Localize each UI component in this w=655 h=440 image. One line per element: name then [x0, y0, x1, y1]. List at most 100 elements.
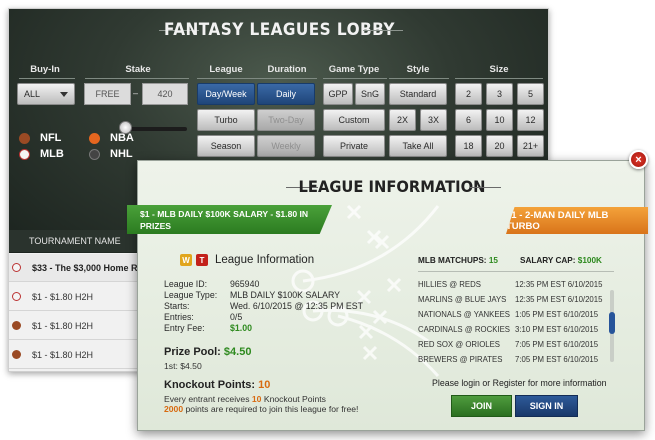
gametype-custom-button[interactable]: Custom	[323, 109, 385, 131]
matchups-label: MLB MATCHUPS:	[418, 256, 487, 265]
buyin-selected-value: ALL	[24, 89, 41, 99]
matchup-time: 3:10 PM EST 6/10/2015	[515, 325, 599, 334]
league-season-button[interactable]: Season	[197, 135, 255, 157]
tournament-name: $33 - The $3,000 Home Run (	[32, 262, 155, 273]
sport-nba-label: NBA	[110, 132, 134, 144]
entry-fee-label: Entry Fee:	[164, 323, 205, 333]
league-daywek-button[interactable]: Day/Week	[197, 83, 255, 105]
sport-nba[interactable]: NBA	[89, 132, 134, 144]
matchup-teams: RED SOX @ ORIOLES	[418, 340, 501, 349]
stake-slider-track[interactable]	[127, 127, 187, 131]
required-points: 2000	[164, 404, 184, 414]
league-type-value: MLB DAILY $100K SALARY	[230, 290, 341, 300]
sport-nhl-label: NHL	[110, 148, 133, 160]
league-rule	[197, 78, 317, 79]
knockout-desc-pre: Every entrant receives	[164, 394, 250, 404]
tournament-name: $1 - $1.80 H2H	[32, 291, 94, 302]
entries-value: 0/5	[230, 312, 243, 322]
login-message: Please login or Register for more inform…	[432, 378, 607, 388]
baseball-icon	[12, 292, 21, 301]
matchup-time: 7:05 PM EST 6/10/2015	[515, 340, 599, 349]
stake-min-field[interactable]: FREE	[84, 83, 131, 105]
sign-in-button[interactable]: SIGN IN	[515, 395, 578, 417]
football-icon	[12, 321, 21, 330]
matchup-row: HILLIES @ REDS 12:35 PM EST 6/10/2015	[418, 280, 614, 293]
style-header: Style	[406, 64, 430, 75]
gametype-header: Game Type	[328, 64, 380, 75]
duration-weekly-button[interactable]: Weekly	[257, 135, 315, 157]
gametype-gpp-button[interactable]: GPP	[323, 83, 353, 105]
league-summary-banner: $1 - MLB DAILY $100K SALARY - $1.80 IN P…	[127, 205, 332, 234]
tournament-name: $1 - $1.80 H2H	[32, 320, 94, 331]
duration-header: Duration	[267, 64, 307, 75]
gametype-private-button[interactable]: Private	[323, 135, 385, 157]
buyin-select[interactable]: ALL	[17, 83, 75, 105]
matchup-row: RED SOX @ ORIOLES 7:05 PM EST 6/10/2015	[418, 340, 614, 353]
size-20-button[interactable]: 20	[486, 135, 513, 157]
duration-daily-button[interactable]: Daily	[257, 83, 315, 105]
entry-fee-value: $1.00	[230, 323, 253, 333]
baseball-icon	[19, 148, 30, 160]
hockey-puck-icon	[89, 148, 100, 160]
league-header: League	[209, 64, 243, 75]
knockout-desc-post: Knockout Points	[263, 394, 326, 404]
modal-title-rule-right	[469, 187, 501, 188]
knockout-points: Knockout Points: 10	[164, 379, 270, 391]
matchup-teams: BREWERS @ PIRATES	[418, 355, 503, 364]
gametype-sng-button[interactable]: SnG	[355, 83, 385, 105]
salary-cap-value: $100K	[577, 256, 602, 265]
first-place-payout: 1st: $4.50	[164, 361, 202, 371]
stake-header: Stake	[125, 64, 151, 75]
league-name-ribbon: $1 - 2-MAN DAILY MLB TURBO	[506, 207, 648, 234]
info-heading: League Information	[215, 254, 315, 266]
chevron-down-icon	[60, 92, 68, 97]
size-header: Size	[489, 64, 509, 75]
size-21plus-button[interactable]: 21+	[517, 135, 544, 157]
knockout-requirement: 2000 points are required to join this le…	[164, 404, 358, 414]
style-standard-button[interactable]: Standard	[389, 83, 447, 105]
buyin-rule	[19, 78, 75, 79]
sport-nhl[interactable]: NHL	[89, 148, 133, 160]
w-badge-icon: W	[180, 254, 192, 266]
size-6-button[interactable]: 6	[455, 109, 482, 131]
stake-separator: –	[133, 88, 139, 98]
style-takeall-button[interactable]: Take All	[389, 135, 447, 157]
lobby-title: FANTASY LEAGUES LOBBY	[164, 20, 395, 40]
sport-mlb-label: MLB	[40, 148, 64, 160]
join-button[interactable]: JOIN	[451, 395, 512, 417]
matchups-header: MLB MATCHUPS: 15	[418, 256, 498, 265]
matchups-scroll-thumb[interactable]	[609, 312, 615, 334]
knockout-desc-num: 10	[251, 394, 262, 404]
league-type-label: League Type:	[164, 290, 218, 300]
sport-mlb[interactable]: MLB	[19, 148, 64, 160]
sport-nfl[interactable]: NFL	[19, 132, 61, 144]
basketball-icon	[89, 132, 100, 144]
football-icon	[19, 132, 30, 144]
duration-twoday-button[interactable]: Two-Day	[257, 109, 315, 131]
buyin-header: Buy-In	[30, 64, 60, 75]
tournament-name: $1 - $1.80 H2H	[32, 349, 94, 360]
t-badge-icon: T	[196, 254, 208, 266]
size-12-button[interactable]: 12	[517, 109, 544, 131]
knockout-value: 10	[258, 379, 271, 391]
gametype-rule	[323, 78, 387, 79]
matchup-teams: NATIONALS @ YANKEES	[418, 310, 510, 319]
style-2x-button[interactable]: 2X	[389, 109, 416, 131]
matchup-row: MARLINS @ BLUE JAYS 12:35 PM EST 6/10/20…	[418, 295, 614, 308]
matchup-time: 7:05 PM EST 6/10/2015	[515, 355, 599, 364]
sport-nfl-label: NFL	[40, 132, 62, 144]
style-3x-button[interactable]: 3X	[420, 109, 447, 131]
league-id-value: 965940	[230, 279, 260, 289]
close-icon[interactable]: ×	[629, 150, 648, 169]
stake-max-field[interactable]: 420	[142, 83, 188, 105]
size-10-button[interactable]: 10	[486, 109, 513, 131]
salary-cap-label: SALARY CAP:	[520, 256, 576, 265]
size-5-button[interactable]: 5	[517, 83, 544, 105]
size-3-button[interactable]: 3	[486, 83, 513, 105]
prize-pool-label: Prize Pool:	[164, 346, 221, 358]
size-2-button[interactable]: 2	[455, 83, 482, 105]
size-18-button[interactable]: 18	[455, 135, 482, 157]
matchups-divider	[418, 271, 614, 272]
league-turbo-button[interactable]: Turbo	[197, 109, 255, 131]
entries-label: Entries:	[164, 312, 194, 322]
